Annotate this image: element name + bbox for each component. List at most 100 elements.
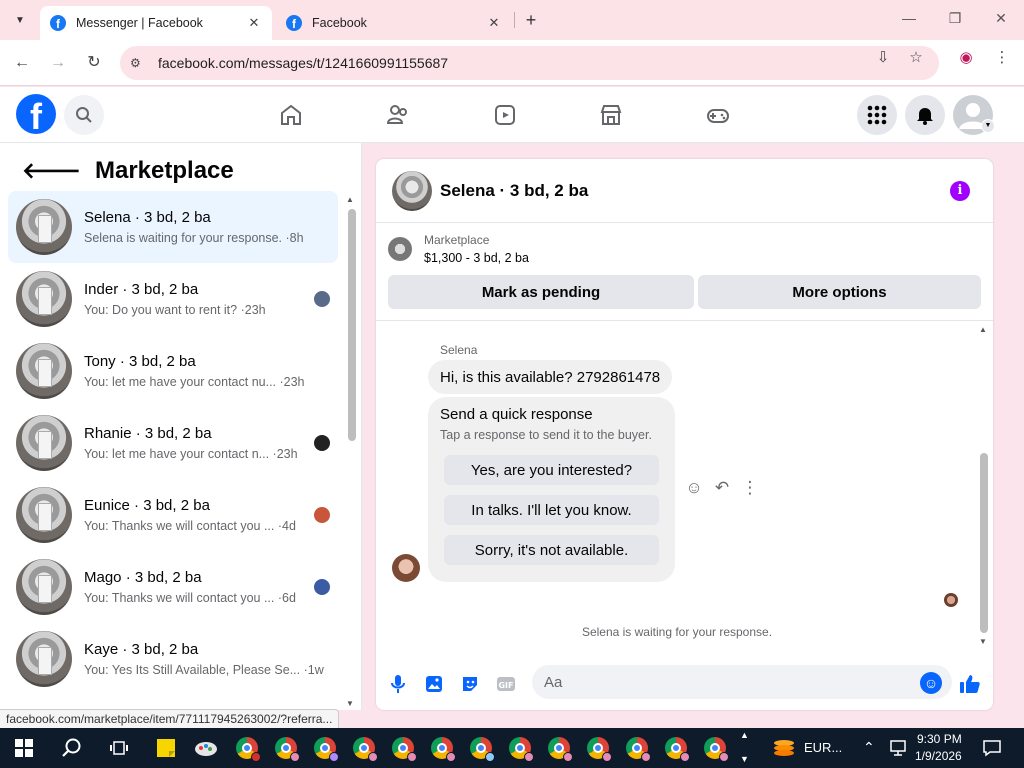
browser-menu-icon[interactable]: ⋮ [992,48,1012,66]
back-arrow-icon[interactable]: ← [11,52,33,74]
back-arrow-icon[interactable]: 🡐 [22,158,81,184]
gif-icon[interactable]: GIF [495,673,517,695]
chrome-icon[interactable] [467,734,495,762]
install-app-icon[interactable]: ⇩ [873,48,893,66]
conversation-item[interactable]: Tony · 3 bd, 2 ba You: let me have your … [8,335,338,407]
mark-as-pending-button[interactable]: Mark as pending [388,275,694,309]
tab-messenger[interactable]: f Messenger | Facebook ✕ [40,6,272,40]
scroll-down-arrow-icon[interactable]: ▼ [346,699,354,708]
sticker-icon[interactable] [459,673,481,695]
clock-date[interactable]: 1/9/2026 [915,749,962,763]
conversation-item[interactable]: Eunice · 3 bd, 2 ba You: Thanks we will … [8,479,338,551]
facebook-logo[interactable]: f [16,94,56,134]
site-settings-icon[interactable]: ⚙ [130,56,148,70]
chrome-icon[interactable] [701,734,729,762]
chrome-icon[interactable] [272,734,300,762]
conversation-preview: You: let me have your contact nu... ·23h [84,375,305,389]
more-vertical-icon[interactable]: ⋮ [739,478,761,498]
bookmark-star-icon[interactable]: ☆ [906,48,926,66]
minimize-icon[interactable]: — [899,10,919,26]
chrome-icon[interactable] [623,734,651,762]
tab-close-icon[interactable]: ✕ [246,15,262,31]
photo-icon[interactable] [423,673,445,695]
friends-nav[interactable] [384,101,412,129]
tab-search-chevron-icon[interactable]: ▼ [8,8,32,32]
scrollbar-thumb[interactable] [980,453,988,633]
chrome-icon[interactable] [233,734,261,762]
home-nav[interactable] [277,101,305,129]
scroll-up-arrow-icon[interactable]: ▲ [979,325,987,334]
forward-arrow-icon[interactable]: → [47,52,69,74]
emoji-icon[interactable]: ☺ [920,672,942,694]
taskbar-scroll-down-icon[interactable]: ▼ [740,754,749,764]
taskbar-scroll-up-icon[interactable]: ▲ [740,730,749,740]
tab-close-icon[interactable]: ✕ [486,15,502,31]
chat-avatar[interactable] [392,170,432,211]
react-emoji-icon[interactable]: ☺ [683,478,705,498]
task-view-icon[interactable] [105,734,133,762]
address-bar[interactable]: ⚙ facebook.com/messages/t/12416609911556… [120,46,939,80]
chrome-icon[interactable] [350,734,378,762]
message-bubble[interactable]: Hi, is this available? 2792861478 [428,360,673,394]
scroll-down-arrow-icon[interactable]: ▼ [979,637,987,646]
menu-button[interactable] [857,95,897,135]
clock-time[interactable]: 9:30 PM [917,732,962,746]
network-icon[interactable] [884,734,912,762]
windows-start-icon[interactable] [10,734,38,762]
quick-response-card: Send a quick response Tap a response to … [428,397,675,582]
conversation-preview: You: let me have your contact n... ·23h [84,447,298,461]
search-button[interactable] [64,95,104,135]
notification-center-icon[interactable] [978,734,1006,762]
currency-widget-icon[interactable] [770,734,798,762]
conversation-item[interactable]: Rhanie · 3 bd, 2 ba You: let me have you… [8,407,338,479]
notifications-button[interactable] [905,95,945,135]
scrollbar-thumb[interactable] [348,209,356,441]
reply-icon[interactable]: ↶ [711,478,733,498]
chrome-icon[interactable] [389,734,417,762]
paint-icon[interactable] [192,734,220,762]
restore-icon[interactable]: ❐ [945,10,965,27]
conversation-item[interactable]: Mago · 3 bd, 2 ba You: Thanks we will co… [8,551,338,623]
show-hidden-icons-chevron-icon[interactable]: ⌃ [863,739,875,756]
conversation-preview: You: Yes Its Still Available, Please Se.… [84,663,324,677]
marketplace-nav[interactable] [597,101,625,129]
listing-summary[interactable]: Marketplace $1,300 - 3 bd, 2 ba [388,233,529,265]
close-window-icon[interactable]: ✕ [991,10,1011,27]
chrome-icon[interactable] [662,734,690,762]
chrome-icon[interactable] [311,734,339,762]
conversation-item[interactable]: Kaye · 3 bd, 2 ba You: Yes Its Still Ava… [8,623,338,695]
search-icon[interactable] [58,734,86,762]
reload-icon[interactable]: ↻ [83,52,105,74]
quick-response-option[interactable]: Sorry, it's not available. [444,535,659,565]
chrome-icon[interactable] [428,734,456,762]
gaming-nav[interactable] [704,101,732,129]
account-button[interactable]: ▼ [953,95,995,135]
currency-widget-text[interactable]: EUR... [804,740,842,755]
sticky-notes-icon[interactable] [152,734,180,762]
gamepad-icon [707,109,729,123]
video-nav[interactable] [491,101,519,129]
more-options-button[interactable]: More options [698,275,981,309]
thumbs-up-icon[interactable] [959,673,981,695]
conversation-name: Kaye · 3 bd, 2 ba [84,641,199,658]
url-text[interactable]: facebook.com/messages/t/1241660991155687 [158,55,939,71]
conversation-preview: Selena is waiting for your response. ·8h [84,231,304,245]
tab-separator [514,12,515,28]
conversation-item[interactable]: Inder · 3 bd, 2 ba You: Do you want to r… [8,263,338,335]
sender-avatar[interactable] [392,554,420,582]
quick-response-option[interactable]: In talks. I'll let you know. [444,495,659,525]
quick-response-option[interactable]: Yes, are you interested? [444,455,659,485]
new-tab-button[interactable]: + [520,9,542,31]
message-input[interactable] [532,665,952,699]
profile-icon[interactable]: ◉ [956,48,976,66]
info-icon[interactable]: i [950,181,970,201]
chrome-icon[interactable] [584,734,612,762]
scroll-up-arrow-icon[interactable]: ▲ [346,195,354,204]
microphone-icon[interactable] [387,673,409,695]
chat-title[interactable]: Selena · 3 bd, 2 ba [440,181,588,201]
chrome-icon[interactable] [545,734,573,762]
chrome-icon[interactable] [506,734,534,762]
listing-thumbnail [16,343,72,399]
tab-facebook[interactable]: f Facebook ✕ [276,6,512,40]
conversation-item[interactable]: Selena · 3 bd, 2 ba Selena is waiting fo… [8,191,338,263]
